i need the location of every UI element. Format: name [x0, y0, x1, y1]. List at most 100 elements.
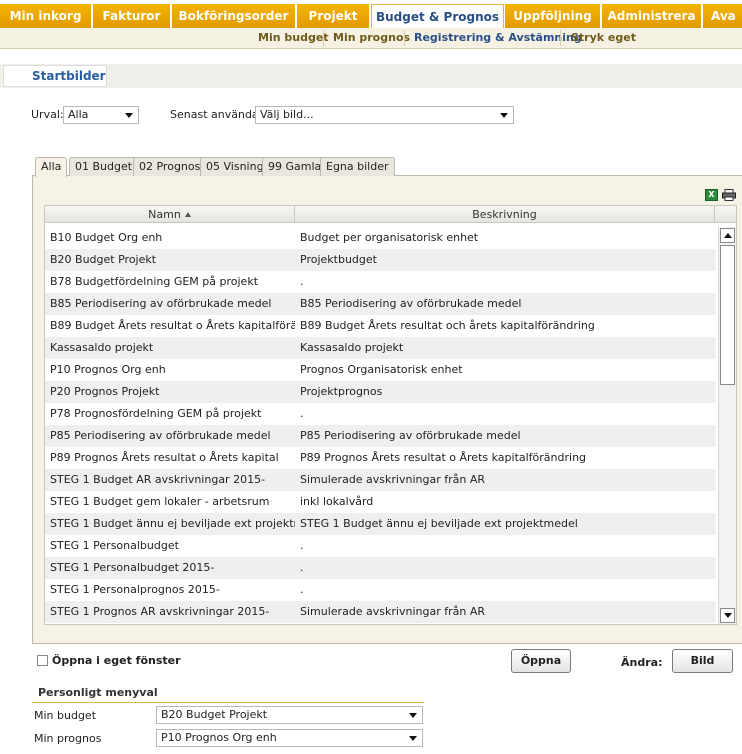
nav-tab-more[interactable]: Ava: [703, 4, 742, 28]
table-row[interactable]: P20 Prognos Projekt Projektprognos: [45, 381, 716, 403]
section-divider: [32, 702, 424, 703]
column-header-namn-label: Namn: [148, 208, 181, 221]
table-row[interactable]: STEG 1 Budget ännu ej beviljade ext proj…: [45, 513, 716, 535]
cell-beskrivning: Simulerade avskrivningar från AR: [300, 605, 486, 618]
open-button[interactable]: Öppna: [511, 649, 571, 673]
sub-navigation: Min budget Min prognos Registrering & Av…: [0, 28, 742, 49]
startbilder-grid: Namn Beskrivning B10 Budget Org enh Budge…: [44, 205, 737, 625]
dropdown-arrow-icon: [500, 113, 508, 118]
cell-beskrivning: .: [300, 561, 304, 574]
tab-99-gamla[interactable]: 99 Gamla: [262, 157, 328, 176]
page-title: Startbilder: [3, 65, 107, 87]
table-row[interactable]: B10 Budget Org enh Budget per organisator…: [45, 227, 716, 249]
dropdown-arrow-icon: [409, 736, 417, 741]
table-row[interactable]: STEG 1 Prognos AR avskrivningar 2015- Sim…: [45, 601, 716, 623]
cell-namn: STEG 1 Budget ännu ej beviljade ext proj…: [50, 517, 295, 530]
scroll-down-icon[interactable]: [720, 608, 735, 623]
cell-beskrivning: STEG 1 Budget ännu ej beviljade ext proj…: [300, 517, 578, 530]
open-own-window-checkbox[interactable]: [37, 655, 48, 666]
cell-beskrivning: Prognos Organisatorisk enhet: [300, 363, 463, 376]
cell-beskrivning: inkl lokalvård: [300, 495, 374, 508]
subnav-separator: [560, 30, 561, 46]
grid-rows: B10 Budget Org enh Budget per organisator…: [45, 227, 716, 623]
grid-header: Namn Beskrivning: [45, 206, 736, 223]
min-budget-label: Min budget: [34, 709, 97, 722]
heading-strip: [0, 64, 742, 88]
cell-beskrivning: .: [300, 407, 304, 420]
urval-select[interactable]: Alla: [63, 106, 139, 124]
subnav-min-prognos[interactable]: Min prognos: [333, 31, 410, 44]
cell-namn: B20 Budget Projekt: [50, 253, 157, 266]
subnav-separator: [404, 30, 405, 46]
cell-beskrivning: P89 Prognos Årets resultat o Årets kapit…: [300, 451, 587, 464]
nav-tab-fakturor[interactable]: Fakturor: [93, 4, 171, 28]
cell-namn: STEG 1 Personalprognos 2015-: [50, 583, 220, 596]
table-row[interactable]: B20 Budget Projekt Projektbudget: [45, 249, 716, 271]
cell-namn: P20 Prognos Projekt: [50, 385, 160, 398]
tab-05-visning[interactable]: 05 Visning: [200, 157, 270, 176]
table-row[interactable]: B85 Periodisering av oförbrukade medel B8…: [45, 293, 716, 315]
nav-tab-uppfoljning[interactable]: Uppföljning: [505, 4, 601, 28]
table-row[interactable]: STEG 1 Personalprognos 2015-.: [45, 579, 716, 601]
scroll-up-icon[interactable]: [720, 228, 735, 243]
table-row[interactable]: B89 Budget Årets resultat o Årets kapita…: [45, 315, 716, 337]
cell-namn: Kassasaldo projekt: [50, 341, 154, 354]
tab-egna-bilder[interactable]: Egna bilder: [320, 157, 395, 176]
nav-tab-budget-prognos[interactable]: Budget & Prognos: [371, 4, 504, 28]
table-row[interactable]: P89 Prognos Årets resultat o Årets kapit…: [45, 447, 716, 469]
table-row[interactable]: P78 Prognosfördelning GEM på projekt.: [45, 403, 716, 425]
column-header-namn[interactable]: Namn: [45, 206, 295, 223]
scrollbar-thumb[interactable]: [720, 245, 735, 385]
cell-namn: B78 Budgetfördelning GEM på projekt: [50, 275, 259, 288]
table-row[interactable]: P85 Periodisering av oförbrukade medel P8…: [45, 425, 716, 447]
cell-beskrivning: .: [300, 583, 304, 596]
senast-anvanda-select[interactable]: Välj bild...: [255, 106, 514, 124]
cell-namn: B89 Budget Årets resultat o Årets kapita…: [50, 319, 295, 332]
table-row[interactable]: B78 Budgetfördelning GEM på projekt.: [45, 271, 716, 293]
senast-anvanda-label: Senast använda:: [170, 108, 263, 121]
table-row[interactable]: STEG 1 Budget AR avskrivningar 2015- Simu…: [45, 469, 716, 491]
subnav-separator: [323, 30, 324, 46]
nav-tab-administrera[interactable]: Administrera: [602, 4, 702, 28]
sort-asc-icon: [184, 212, 191, 217]
cell-namn: P85 Periodisering av oförbrukade medel: [50, 429, 271, 442]
top-navigation: Min inkorg Fakturor Bokföringsorder Proj…: [0, 0, 742, 28]
min-budget-select[interactable]: B20 Budget Projekt: [156, 706, 423, 724]
table-row[interactable]: STEG 1 Personalbudget.: [45, 535, 716, 557]
bild-button[interactable]: Bild: [672, 649, 733, 673]
nav-tab-bokforingsorder[interactable]: Bokföringsorder: [172, 4, 296, 28]
senast-anvanda-select-value: Välj bild...: [260, 108, 314, 121]
table-row[interactable]: Kassasaldo projekt Kassasaldo projekt: [45, 337, 716, 359]
nav-tab-min-inkorg[interactable]: Min inkorg: [0, 4, 92, 28]
cell-beskrivning: .: [300, 275, 304, 288]
cell-namn: STEG 1 Prognos AR avskrivningar 2015-: [50, 605, 270, 618]
subnav-registrering-avstamning[interactable]: Registrering & Avstämning: [414, 31, 582, 44]
table-row[interactable]: STEG 1 Budget gem lokaler - arbetsrum ink…: [45, 491, 716, 513]
cell-beskrivning: B85 Periodisering av oförbrukade medel: [300, 297, 522, 310]
cell-namn: B10 Budget Org enh: [50, 231, 163, 244]
min-prognos-label: Min prognos: [34, 732, 102, 745]
cell-namn: P89 Prognos Årets resultat o Årets kapit…: [50, 451, 279, 464]
tab-alla[interactable]: Alla: [35, 157, 68, 177]
tab-02-prognos[interactable]: 02 Prognos: [133, 157, 207, 176]
cell-beskrivning: Kassasaldo projekt: [300, 341, 404, 354]
cell-beskrivning: .: [300, 539, 304, 552]
min-prognos-select[interactable]: P10 Prognos Org enh: [156, 729, 423, 747]
cell-beskrivning: P85 Periodisering av oförbrukade medel: [300, 429, 521, 442]
vertical-scrollbar[interactable]: [718, 227, 736, 624]
min-budget-select-value: B20 Budget Projekt: [161, 708, 268, 721]
print-icon[interactable]: [722, 189, 736, 201]
tab-01-budget[interactable]: 01 Budget: [69, 157, 139, 176]
nav-tab-projekt[interactable]: Projekt: [297, 4, 370, 28]
subnav-min-budget[interactable]: Min budget: [258, 31, 329, 44]
min-prognos-select-value: P10 Prognos Org enh: [161, 731, 277, 744]
table-row[interactable]: P10 Prognos Org enh Prognos Organisatoris…: [45, 359, 716, 381]
dropdown-arrow-icon: [125, 113, 133, 118]
excel-icon[interactable]: X: [705, 189, 718, 201]
cell-namn: P10 Prognos Org enh: [50, 363, 166, 376]
table-row[interactable]: STEG 1 Personalbudget 2015-.: [45, 557, 716, 579]
cell-beskrivning: Budget per organisatorisk enhet: [300, 231, 479, 244]
cell-namn: STEG 1 Personalbudget: [50, 539, 179, 552]
subnav-stryk-eget[interactable]: Stryk eget: [571, 31, 636, 44]
column-header-beskrivning[interactable]: Beskrivning: [295, 206, 715, 223]
